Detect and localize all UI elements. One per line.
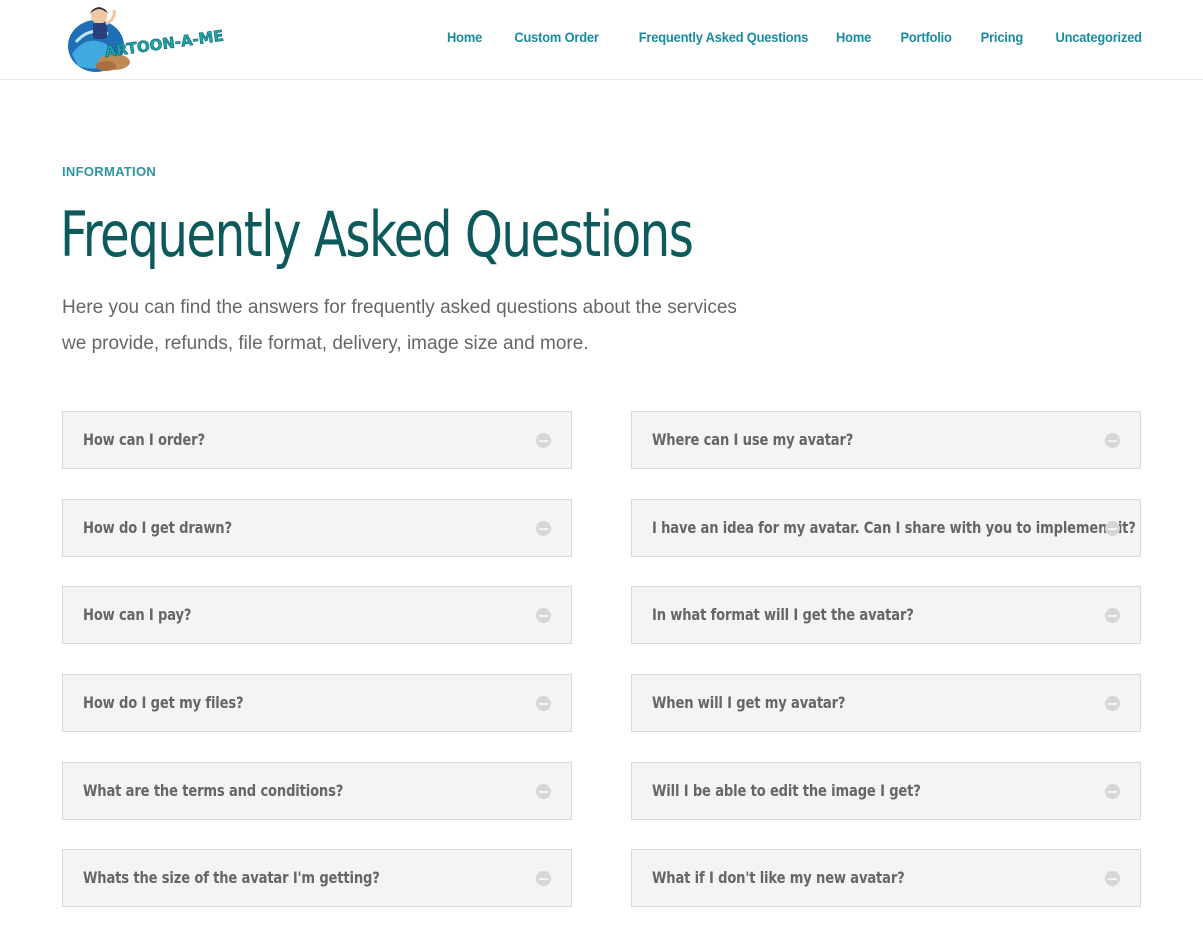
subtitle-line-1: Here you can find the answers for freque… [62,297,737,318]
site-logo[interactable]: ARTOON-A-ME [66,4,228,74]
minus-circle-icon[interactable] [1105,521,1120,536]
subtitle-line-2: we provide, refunds, file format, delive… [62,333,589,354]
minus-circle-icon[interactable] [1105,608,1120,623]
nav-faq[interactable]: Frequently Asked Questions [639,29,809,45]
minus-circle-icon[interactable] [536,433,551,448]
logo-wordmark: ARTOON-A-ME [103,27,224,62]
minus-circle-icon[interactable] [1105,696,1120,711]
faq-question: Where can I use my avatar? [652,430,854,449]
faq-toggle[interactable]: How do I get my files? [62,674,572,732]
faq-toggle[interactable]: What are the terms and conditions? [62,762,572,820]
faq-question: How can I order? [83,430,205,449]
faq-toggle[interactable]: I have an idea for my avatar. Can I shar… [631,499,1141,557]
nav-pricing[interactable]: Pricing [981,29,1024,45]
minus-circle-icon[interactable] [536,784,551,799]
faq-question: What if I don't like my new avatar? [652,868,905,887]
minus-circle-icon[interactable] [536,608,551,623]
faq-question: In what format will I get the avatar? [652,605,914,624]
faq-toggle[interactable]: What if I don't like my new avatar? [631,849,1141,907]
section-eyebrow: INFORMATION [62,164,157,179]
faq-question: I have an idea for my avatar. Can I shar… [652,518,1136,537]
faq-question: Will I be able to edit the image I get? [652,781,921,800]
faq-question: When will I get my avatar? [652,693,846,712]
faq-question: How do I get drawn? [83,518,232,537]
faq-toggle[interactable]: In what format will I get the avatar? [631,586,1141,644]
site-header: ARTOON-A-ME Home Custom Order Frequently… [0,0,1203,80]
nav-portfolio[interactable]: Portfolio [901,29,952,45]
faq-toggle[interactable]: How can I pay? [62,586,572,644]
faq-question: What are the terms and conditions? [83,781,344,800]
faq-toggle[interactable]: Whats the size of the avatar I'm getting… [62,849,572,907]
minus-circle-icon[interactable] [536,871,551,886]
faq-question: Whats the size of the avatar I'm getting… [83,868,380,887]
faq-toggle[interactable]: When will I get my avatar? [631,674,1141,732]
page-title: Frequently Asked Questions [60,198,694,271]
nav-home-2[interactable]: Home [836,29,871,45]
nav-custom-order[interactable]: Custom Order [515,29,600,45]
faq-toggle[interactable]: Will I be able to edit the image I get? [631,762,1141,820]
faq-toggle[interactable]: How do I get drawn? [62,499,572,557]
minus-circle-icon[interactable] [536,696,551,711]
page-subtitle: Here you can find the answers for freque… [62,290,782,362]
faq-toggle[interactable]: How can I order? [62,411,572,469]
faq-toggle[interactable]: Where can I use my avatar? [631,411,1141,469]
minus-circle-icon[interactable] [1105,433,1120,448]
main-nav: Home Custom Order Frequently Asked Quest… [419,29,1142,45]
faq-question: How do I get my files? [83,693,244,712]
nav-home[interactable]: Home [447,29,482,45]
faq-question: How can I pay? [83,605,192,624]
minus-circle-icon[interactable] [1105,784,1120,799]
nav-uncategorized[interactable]: Uncategorized [1056,29,1143,45]
minus-circle-icon[interactable] [1105,871,1120,886]
minus-circle-icon[interactable] [536,521,551,536]
